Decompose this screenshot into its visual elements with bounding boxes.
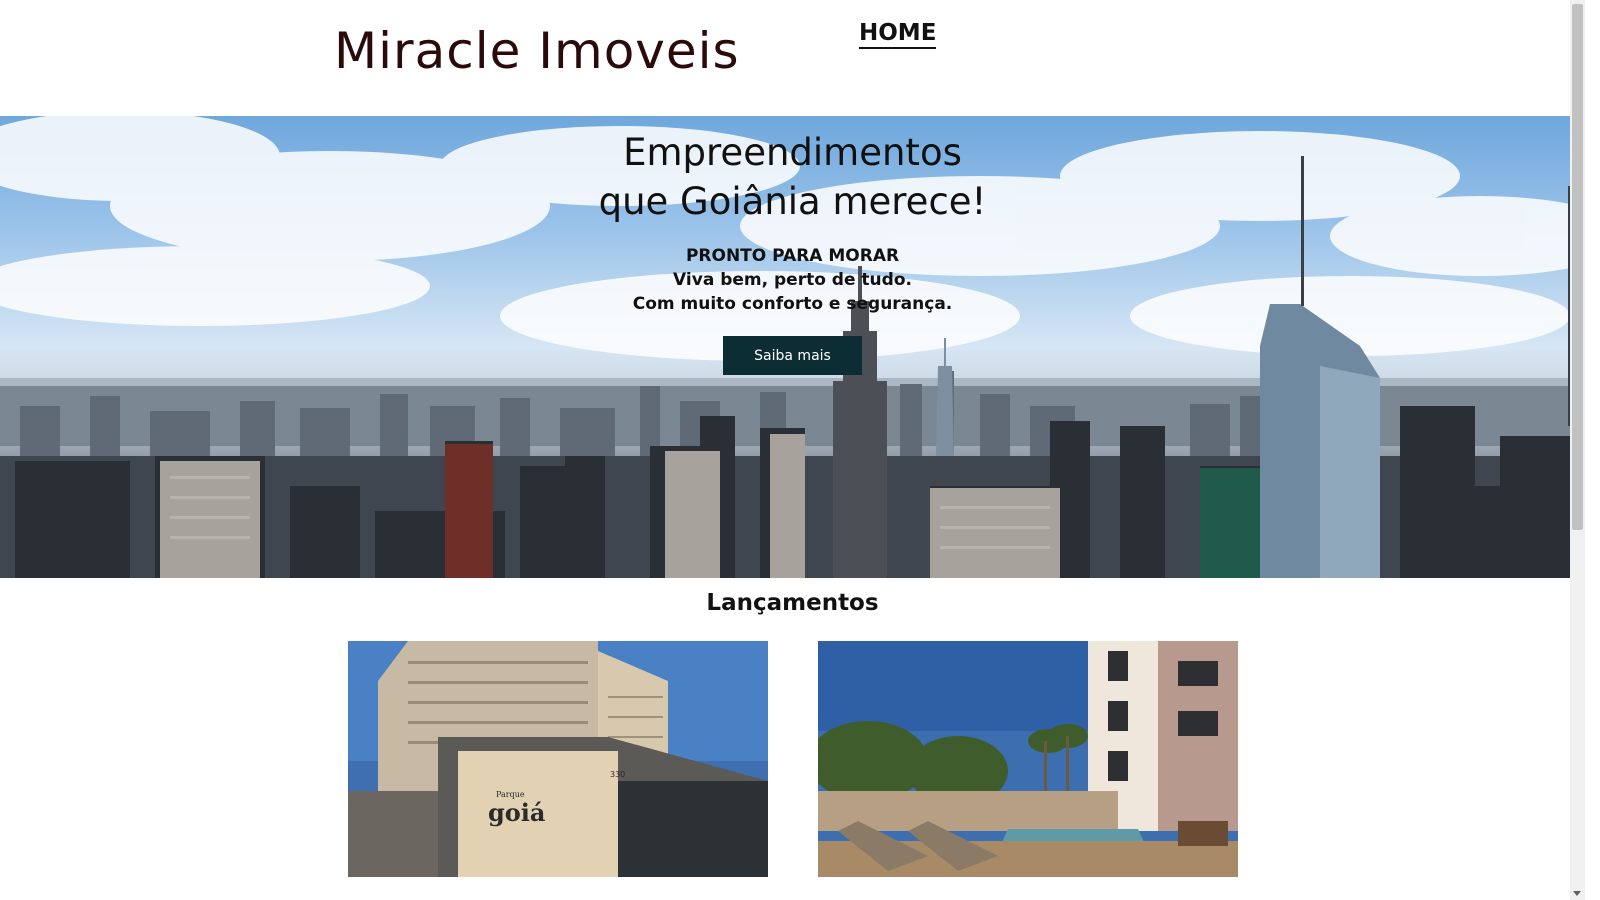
nav-home-link[interactable]: HOME: [859, 20, 937, 49]
hero-subtitle-line-1: PRONTO PARA MORAR: [685, 246, 900, 266]
hero-title: Empreendimentos que Goiânia merece!: [0, 128, 1585, 226]
hero-subtitle-line-3: Com muito conforto e segurança.: [632, 294, 953, 314]
launch-card-1[interactable]: Parque goiá 330: [348, 641, 768, 877]
launch-image-pool-terrace: [818, 641, 1238, 877]
hero-title-line-1: Empreendimentos: [623, 131, 962, 174]
saiba-mais-button[interactable]: Saiba mais: [723, 336, 862, 375]
brand-logo[interactable]: Miracle Imoveis: [334, 22, 740, 80]
page: Miracle Imoveis HOME Empreendimentos que…: [0, 0, 1585, 900]
launch-card-2[interactable]: [818, 641, 1238, 877]
hero-title-line-2: que Goiânia merece!: [598, 180, 987, 223]
scrollbar-thumb[interactable]: [1572, 4, 1583, 530]
launches-section-title: Lançamentos: [706, 590, 879, 616]
hero-subtitle: PRONTO PARA MORAR Viva bem, perto de tud…: [0, 244, 1585, 316]
page-scrollbar[interactable]: [1570, 0, 1585, 900]
parque-goia-sign: goiá: [488, 798, 545, 827]
launch-image-parque-goia: Parque goiá 330: [348, 641, 768, 877]
scroll-down-arrow-icon[interactable]: [1573, 891, 1581, 896]
hero-banner: Empreendimentos que Goiânia merece! PRON…: [0, 116, 1585, 578]
site-header: Miracle Imoveis HOME: [0, 0, 1585, 116]
hero-subtitle-line-2: Viva bem, perto de tudo.: [673, 270, 912, 290]
parque-goia-number: 330: [610, 770, 625, 779]
